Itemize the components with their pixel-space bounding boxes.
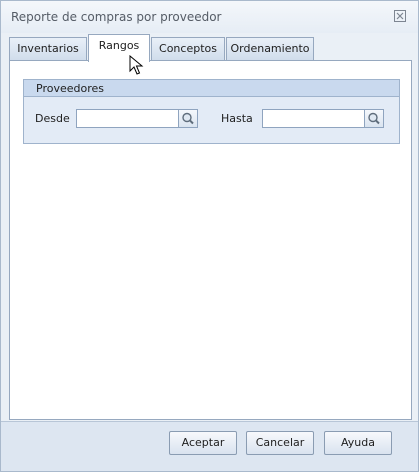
tab-ordenamiento[interactable]: Ordenamiento	[226, 37, 314, 61]
aceptar-button[interactable]: Aceptar	[169, 431, 237, 455]
hasta-search-button[interactable]	[364, 109, 384, 128]
desde-search-button[interactable]	[178, 109, 198, 128]
hasta-label: Hasta	[221, 112, 253, 125]
magnifier-icon	[182, 112, 194, 125]
window-title: Reporte de compras por proveedor	[11, 10, 222, 24]
cancelar-button[interactable]: Cancelar	[246, 431, 314, 455]
proveedores-group: Proveedores Desde Hasta	[23, 79, 400, 144]
desde-field[interactable]	[76, 109, 179, 128]
tab-inventarios[interactable]: Inventarios	[9, 37, 87, 61]
group-title: Proveedores	[36, 82, 104, 95]
title-bar: Reporte de compras por proveedor	[1, 1, 418, 33]
hasta-field[interactable]	[262, 109, 365, 128]
close-glyph	[394, 10, 406, 22]
group-header: Proveedores	[24, 80, 399, 97]
ayuda-button[interactable]: Ayuda	[324, 431, 392, 455]
tab-strip: Inventarios Rangos Conceptos Ordenamient…	[9, 34, 412, 62]
tab-page-rangos: Proveedores Desde Hasta	[9, 60, 412, 420]
magnifier-icon	[368, 112, 380, 125]
desde-label: Desde	[35, 112, 70, 125]
mouse-pointer-icon	[129, 55, 144, 75]
report-window: Reporte de compras por proveedor Inventa…	[0, 0, 419, 472]
close-icon[interactable]	[392, 9, 408, 25]
dialog-footer: Aceptar Cancelar Ayuda	[1, 421, 418, 471]
tab-conceptos[interactable]: Conceptos	[151, 37, 225, 61]
